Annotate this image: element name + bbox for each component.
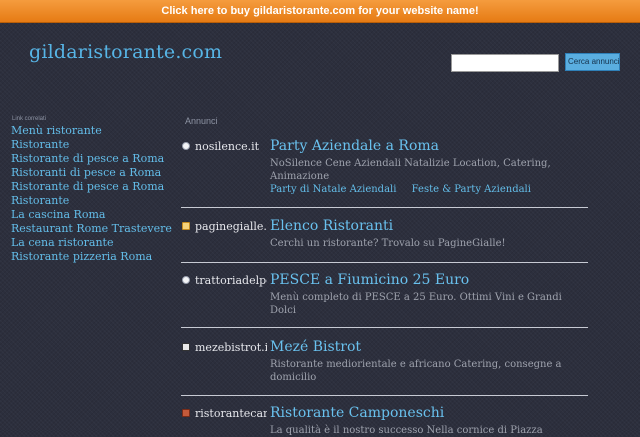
related-link[interactable]: Ristorante (11, 194, 172, 208)
ad-description: Menù completo di PESCE a 25 Euro. Ottimi… (270, 292, 562, 316)
ad-item: paginegialle.it Elenco Ristoranti Cerchi… (181, 217, 588, 263)
ad-sitelinks: Party di Natale Aziendali Feste & Party … (270, 183, 543, 196)
related-link[interactable]: Ristorante (11, 138, 172, 152)
ad-title[interactable]: Mezé Bistrot (270, 338, 361, 356)
globe-icon (182, 142, 190, 150)
search-input[interactable] (451, 54, 559, 72)
ad-sitelink[interactable]: Feste & Party Aziendali (412, 184, 531, 195)
ad-title[interactable]: Party Aziendale a Roma (270, 137, 439, 155)
related-link[interactable]: Restaurant Rome Trastevere (11, 222, 172, 236)
related-link[interactable]: Menù ristorante (11, 124, 172, 138)
ads-heading: Annunci (185, 116, 218, 126)
ad-sitelink[interactable]: Party di Natale Aziendali (270, 184, 396, 195)
mezebistrot-icon (182, 343, 190, 351)
ad-source[interactable]: mezebistrot.it (195, 341, 267, 354)
camponeschi-icon (182, 409, 190, 417)
search-button[interactable]: Cerca annunci (565, 53, 620, 71)
ad-source[interactable]: paginegialle.it (195, 220, 267, 233)
ad-source[interactable]: nosilence.it (195, 140, 267, 153)
ad-description: Ristorante mediorientale e africano Cate… (270, 359, 562, 383)
ad-title[interactable]: Ristorante Camponeschi (270, 404, 444, 422)
related-link[interactable]: Ristorante di pesce a Roma (11, 180, 172, 194)
related-link[interactable]: La cascina Roma (11, 208, 172, 222)
ad-item: trattoriadelpesce.it PESCE a Fiumicino 2… (181, 271, 588, 328)
site-logo[interactable]: gildaristorante.com (29, 41, 222, 63)
paginegialle-icon (182, 222, 190, 230)
related-link[interactable]: La cena ristorante (11, 236, 172, 250)
globe-icon (182, 276, 190, 284)
buy-domain-banner[interactable]: Click here to buy gildaristorante.com fo… (0, 0, 640, 23)
related-link[interactable]: Ristoranti di pesce a Roma (11, 166, 172, 180)
ad-title[interactable]: Elenco Ristoranti (270, 217, 393, 235)
related-link[interactable]: Ristorante di pesce a Roma (11, 152, 172, 166)
ad-source[interactable]: trattoriadelpesce.it (195, 274, 267, 287)
ad-source[interactable]: ristorantecamponeschi.it (195, 407, 267, 420)
ad-item: nosilence.it Party Aziendale a Roma NoSi… (181, 137, 588, 208)
related-links-heading: Link correlati (12, 116, 47, 122)
related-links-list: Menù ristorante Ristorante Ristorante di… (11, 124, 172, 264)
related-link[interactable]: Ristorante pizzeria Roma (11, 250, 172, 264)
ad-description: NoSilence Cene Aziendali Natalizie Locat… (270, 158, 551, 182)
ad-item: mezebistrot.it Mezé Bistrot Ristorante m… (181, 338, 588, 396)
ad-description: Cerchi un ristorante? Trovalo su PagineG… (270, 238, 506, 249)
ad-item: ristorantecamponeschi.it Ristorante Camp… (181, 404, 588, 437)
ad-title[interactable]: PESCE a Fiumicino 25 Euro (270, 271, 469, 289)
